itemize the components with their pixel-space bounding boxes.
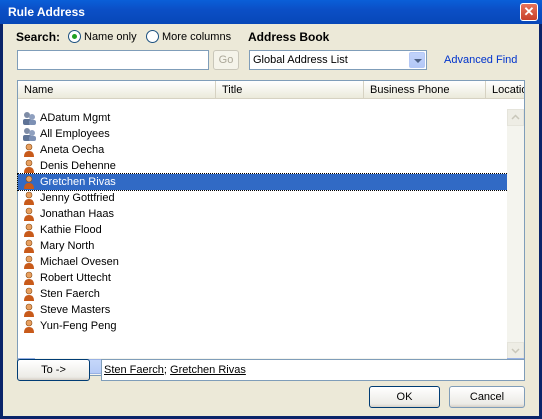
radio-name-only-label: Name only [84, 30, 137, 43]
list-item-name: All Employees [40, 128, 110, 140]
person-icon [21, 254, 37, 270]
person-icon [21, 238, 37, 254]
list-item[interactable]: Kathie Flood [18, 222, 508, 238]
radio-button-icon [146, 30, 159, 43]
radio-button-icon [68, 30, 81, 43]
chevron-down-icon[interactable] [409, 52, 425, 68]
list-item-name: ADatum Mgmt [40, 112, 111, 124]
dialog-window: Rule Address ✕ Search: Name only More co… [0, 0, 542, 419]
person-icon [21, 158, 37, 174]
list-item-name: Gretchen Rivas [40, 176, 116, 188]
column-header-title[interactable]: Title [216, 81, 364, 99]
list-header: Name Title Business Phone Locatio [18, 81, 524, 99]
list-item-name: Denis Dehenne [40, 160, 116, 172]
list-item[interactable]: Steve Masters [18, 302, 508, 318]
radio-more-columns-label: More columns [162, 30, 232, 43]
dialog-body: Search: Name only More columns Address B… [3, 24, 539, 416]
person-icon [21, 174, 37, 190]
radio-name-only[interactable]: Name only [68, 30, 137, 43]
advanced-find-link[interactable]: Advanced Find [444, 54, 517, 66]
recipients-field[interactable]: Sten Faerch; Gretchen Rivas [101, 359, 525, 381]
list-item-name: Kathie Flood [40, 224, 102, 236]
person-icon [21, 190, 37, 206]
go-button[interactable]: Go [213, 50, 239, 70]
scroll-down-button[interactable] [507, 342, 524, 359]
person-icon [21, 222, 37, 238]
list-rows: ADatum Mgmt All Employees Aneta Oecha Denis… [17, 110, 509, 334]
person-icon [21, 286, 37, 302]
list-item[interactable]: All Employees [18, 126, 508, 142]
search-label: Search: [16, 30, 61, 44]
recipients-text: Sten Faerch; Gretchen Rivas [104, 364, 246, 376]
list-item[interactable]: Robert Uttecht [18, 270, 508, 286]
to-button-label: To -> [41, 364, 66, 376]
group-icon [21, 110, 37, 126]
ok-button-label: OK [396, 391, 413, 403]
list-item[interactable]: Yun-Feng Peng [18, 318, 508, 334]
column-header-location[interactable]: Locatio [486, 81, 524, 99]
person-icon [21, 318, 37, 334]
title-bar[interactable]: Rule Address ✕ [0, 0, 542, 24]
radio-more-columns[interactable]: More columns [146, 30, 231, 43]
go-button-label: Go [218, 54, 234, 66]
address-list[interactable]: Name Title Business Phone Locatio ADatum… [17, 80, 525, 376]
list-item[interactable]: Jonathan Haas [18, 206, 508, 222]
list-item-name: Sten Faerch [40, 288, 100, 300]
search-input[interactable] [17, 50, 209, 70]
close-icon: ✕ [523, 4, 535, 19]
vertical-scrollbar[interactable] [507, 109, 524, 359]
list-item[interactable]: Michael Ovesen [18, 254, 508, 270]
scroll-down-icon [511, 348, 520, 354]
list-item[interactable]: Aneta Oecha [18, 142, 508, 158]
list-item-name: Jonathan Haas [40, 208, 114, 220]
address-book-selected: Global Address List [253, 54, 348, 66]
person-icon [21, 270, 37, 286]
list-item[interactable]: Denis Dehenne [18, 158, 508, 174]
group-icon [21, 126, 37, 142]
person-icon [21, 142, 37, 158]
cancel-button[interactable]: Cancel [449, 386, 525, 408]
list-item-name: Mary North [40, 240, 95, 252]
list-item-name: Aneta Oecha [40, 144, 105, 156]
ok-button[interactable]: OK [369, 386, 440, 408]
window-title: Rule Address [8, 5, 85, 19]
scroll-up-icon [511, 114, 520, 120]
recipient-name[interactable]: Gretchen Rivas [170, 364, 246, 376]
list-item[interactable]: Sten Faerch [18, 286, 508, 302]
list-item-name: Yun-Feng Peng [40, 320, 117, 332]
list-item-name: Steve Masters [40, 304, 111, 316]
address-book-label: Address Book [248, 30, 330, 44]
list-item[interactable]: Mary North [18, 238, 508, 254]
column-header-business-phone[interactable]: Business Phone [364, 81, 486, 99]
recipient-name[interactable]: Sten Faerch [104, 364, 164, 376]
column-header-name[interactable]: Name [18, 81, 216, 99]
list-item-name: Jenny Gottfried [40, 192, 115, 204]
close-button[interactable]: ✕ [520, 3, 538, 21]
list-item[interactable]: ADatum Mgmt [18, 110, 508, 126]
list-item-name: Michael Ovesen [40, 256, 119, 268]
person-icon [21, 206, 37, 222]
scroll-up-button[interactable] [507, 109, 524, 126]
to-button[interactable]: To -> [17, 359, 90, 381]
cancel-button-label: Cancel [469, 391, 505, 403]
list-item[interactable]: Gretchen Rivas [17, 173, 509, 191]
list-item[interactable]: Jenny Gottfried [18, 190, 508, 206]
list-item-name: Robert Uttecht [40, 272, 111, 284]
address-book-select[interactable]: Global Address List [249, 50, 427, 70]
person-icon [21, 302, 37, 318]
